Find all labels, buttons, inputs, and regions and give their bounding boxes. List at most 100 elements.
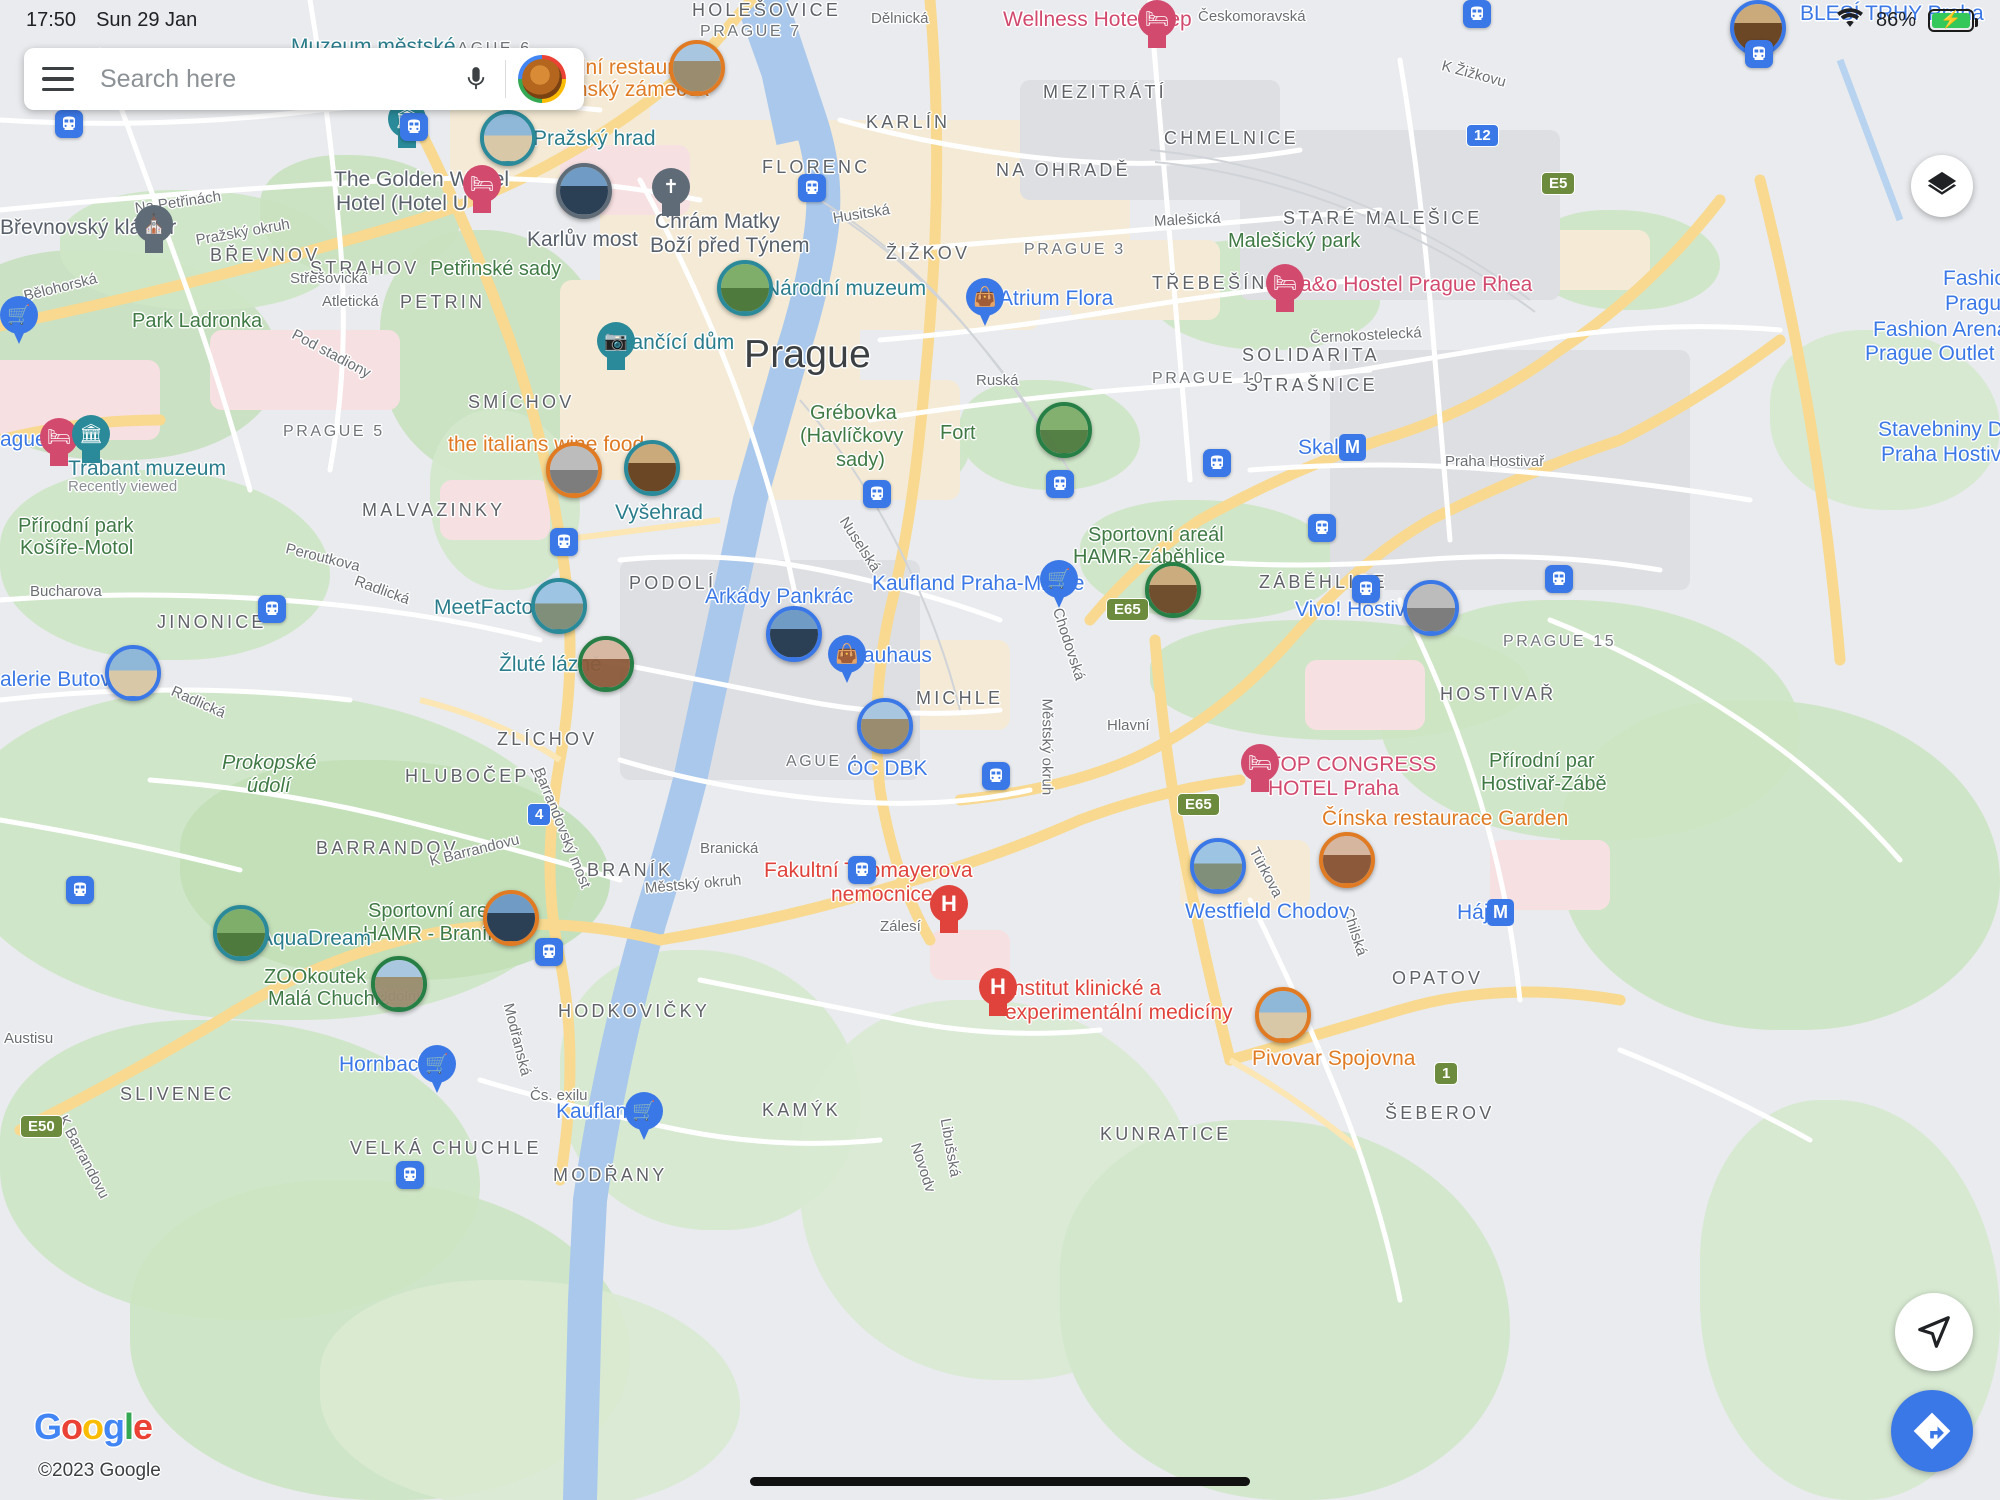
transit-station-icon[interactable]: [550, 528, 578, 556]
hamburger-menu-icon[interactable]: [42, 67, 74, 91]
metro-station-icon[interactable]: M: [1339, 434, 1366, 461]
thomayerova-hospital-pin[interactable]: H: [930, 885, 968, 935]
transit-station-icon[interactable]: [55, 110, 83, 138]
transit-station-icon[interactable]: [1203, 449, 1231, 477]
google-logo: Google: [34, 1406, 153, 1447]
top-congress-hotel-pin[interactable]: 🛏: [1241, 744, 1279, 794]
pin-glyph-cart: 🛒: [1047, 569, 1071, 590]
galerie-butovice-photo-pin[interactable]: [105, 645, 161, 701]
wellness-hotel-step-pin[interactable]: 🛏: [1138, 0, 1176, 50]
tancici-dum-pin[interactable]: 📷: [597, 322, 635, 372]
photo-thumb: [484, 114, 532, 162]
transit-station-icon[interactable]: [66, 876, 94, 904]
pin-glyph-cross: ✝: [663, 176, 679, 198]
kaufland-michle-pin[interactable]: 🛒: [1040, 560, 1078, 610]
transit-station-icon[interactable]: [396, 1161, 424, 1189]
meetfactory-photo-pin[interactable]: [531, 578, 587, 634]
pin-glyph-church: ⛪: [142, 214, 166, 235]
ao-hostel-pin[interactable]: 🛏: [1266, 264, 1304, 314]
kaufland-pin[interactable]: 🛒: [625, 1092, 663, 1142]
pin-glyph-camera: 📷: [604, 331, 628, 352]
pin-glyph-bed: 🛏: [1144, 9, 1170, 30]
search-input[interactable]: [100, 64, 459, 94]
photo-thumb: [628, 444, 676, 492]
transit-station-icon[interactable]: [982, 762, 1010, 790]
pin-glyph-museum: 🏛: [78, 424, 104, 445]
pin-glyph-cart: 🛒: [7, 305, 31, 326]
highway-shield: E65: [1177, 793, 1220, 816]
transit-station-icon[interactable]: [1745, 40, 1773, 68]
highway-shield: E5: [1541, 172, 1576, 195]
transit-station-icon[interactable]: [798, 174, 826, 202]
photo-thumb: [560, 167, 608, 215]
trabant-museum-pin[interactable]: 🏛: [72, 415, 110, 465]
photo-thumb: [375, 960, 423, 1008]
ikem-hospital-pin[interactable]: H: [979, 968, 1017, 1018]
oc-dbk-photo-pin[interactable]: [857, 698, 913, 754]
metro-station-icon[interactable]: M: [1487, 899, 1514, 926]
hamr-branik-photo-pin[interactable]: [483, 890, 539, 946]
bauhaus-pin[interactable]: 👜: [828, 635, 866, 685]
transit-station-icon[interactable]: [1463, 0, 1491, 28]
transit-station-icon[interactable]: [535, 938, 563, 966]
pin-glyph-cart: 🛒: [425, 1054, 449, 1075]
hornbach-pin[interactable]: 🛒: [418, 1045, 456, 1095]
charles-bridge-photo-pin[interactable]: [556, 163, 612, 219]
photo-thumb: [721, 264, 769, 312]
westfield-chodov-photo-pin[interactable]: [1190, 838, 1246, 894]
directions-icon[interactable]: [1891, 1390, 1973, 1472]
church-pin[interactable]: ✝: [652, 168, 690, 218]
layers-icon[interactable]: [1911, 155, 1973, 217]
my-location-icon[interactable]: [1895, 1293, 1973, 1371]
photo-thumb: [550, 446, 598, 494]
photo-thumb: [1323, 836, 1371, 884]
national-museum-photo-pin[interactable]: [717, 260, 773, 316]
golden-wheel-hotel-pin[interactable]: 🛏: [463, 165, 501, 215]
pin-glyph-bed: 🛏: [469, 174, 495, 195]
transit-station-icon[interactable]: [1046, 470, 1074, 498]
pin-glyph-bed: 🛏: [1272, 273, 1298, 294]
transit-station-icon[interactable]: [258, 595, 286, 623]
search-divider: [504, 60, 506, 98]
highway-shield: 4: [527, 803, 552, 826]
transit-station-icon[interactable]: [1308, 514, 1336, 542]
photo-thumb: [1407, 584, 1455, 632]
italians-wine-photo-pin[interactable]: [546, 442, 602, 498]
vysehrad-photo-pin[interactable]: [624, 440, 680, 496]
zookoutek-photo-pin[interactable]: [371, 956, 427, 1012]
home-indicator: [750, 1477, 1250, 1486]
google-maps-app: BŘEVNOV STRAHOV PETRIN SMÍCHOV MALVAZINKY JIN…: [0, 0, 2000, 1500]
arkady-pankrac-photo-pin[interactable]: [766, 606, 822, 662]
photo-thumb: [487, 894, 535, 942]
pin-glyph-H: H: [990, 974, 1006, 999]
transit-station-icon[interactable]: [1545, 565, 1573, 593]
pivovar-spojovna-photo-pin[interactable]: [1255, 987, 1311, 1043]
vivo-hostivar-photo-pin[interactable]: [1403, 580, 1459, 636]
transit-station-icon[interactable]: [400, 113, 428, 141]
transit-station-icon[interactable]: [1352, 575, 1380, 603]
transit-station-icon[interactable]: [848, 856, 876, 884]
microphone-icon[interactable]: [459, 62, 493, 96]
pin-glyph-bed: 🛏: [1247, 753, 1273, 774]
hamr-zabehlice-photo-pin[interactable]: [1145, 562, 1201, 618]
brevnov-monastery-pin[interactable]: ⛪: [135, 205, 173, 255]
highway-shield: E50: [20, 1115, 63, 1138]
letensky-zamecek-photo-pin[interactable]: [669, 40, 725, 96]
atrium-flora-pin[interactable]: 👜: [966, 278, 1004, 328]
photo-thumb: [1259, 991, 1307, 1039]
photo-thumb: [217, 909, 265, 957]
map-canvas[interactable]: BŘEVNOV STRAHOV PETRIN SMÍCHOV MALVAZINKY JIN…: [0, 0, 2000, 1500]
prague-castle-photo-pin[interactable]: [480, 110, 536, 166]
search-bar[interactable]: [24, 48, 584, 110]
fort-photo-pin[interactable]: [1036, 402, 1092, 458]
transit-station-icon[interactable]: [863, 480, 891, 508]
avatar[interactable]: [518, 55, 566, 103]
zlute-lazne-photo-pin[interactable]: [578, 636, 634, 692]
cinska-restaurace-photo-pin[interactable]: [1319, 832, 1375, 888]
photo-thumb: [1194, 842, 1242, 890]
shopping-pin[interactable]: 🛒: [0, 296, 38, 346]
photo-thumb: [109, 649, 157, 697]
aquadream-photo-pin[interactable]: [213, 905, 269, 961]
highway-shield: 1: [1434, 1062, 1459, 1085]
road-network: [0, 0, 1903, 1303]
